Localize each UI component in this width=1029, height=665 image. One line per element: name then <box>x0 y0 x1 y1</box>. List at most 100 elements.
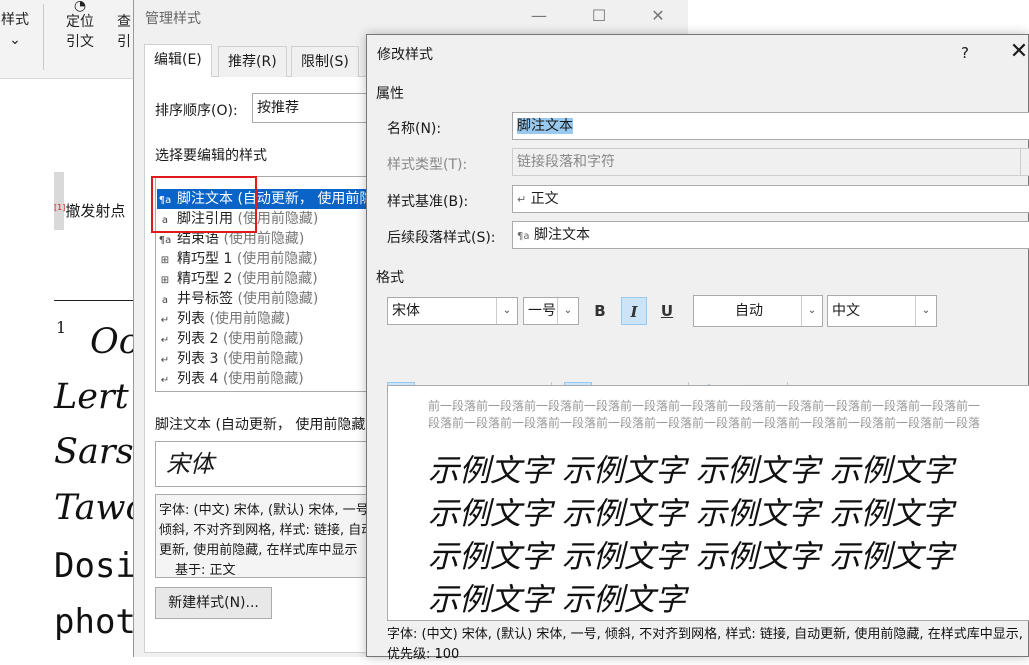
style-name: 列表 3 <box>177 351 219 367</box>
list-item[interactable]: ⊞ 精巧型 1 (使用前隐藏) <box>158 249 318 269</box>
paragraph-style-icon: ¶a <box>158 235 172 246</box>
font-size-select[interactable]: 一号 ⌄ <box>523 297 579 325</box>
properties-heading: 属性 <box>376 86 404 102</box>
ribbon: 样式 ⌄ ◔ 定位 引文 查 引 <box>0 0 140 79</box>
next-style-label: 后续段落样式(S): <box>387 230 496 246</box>
highlight-annotation <box>151 176 257 233</box>
font-color-select[interactable]: 自动 ⌄ <box>693 295 823 327</box>
style-name: 列表 4 <box>177 371 219 387</box>
paragraph-mark-icon: ↵ <box>160 355 170 366</box>
sort-order-label: 排序顺序(O): <box>155 103 238 119</box>
style-name: 列表 2 <box>177 331 219 347</box>
list-item[interactable]: ↵ 列表 4 (使用前隐藏) <box>158 369 304 389</box>
tab-edit[interactable]: 编辑(E) <box>144 44 212 77</box>
footnote-line: phot <box>54 602 136 642</box>
style-base-value: 正文 <box>530 191 559 207</box>
footnote-line: Sars <box>54 432 134 472</box>
style-note: (使用前隐藏) <box>209 311 291 327</box>
styles-button[interactable]: 样式 ⌄ <box>0 10 30 50</box>
style-note: (使用前隐藏) <box>222 371 304 387</box>
style-base-select[interactable]: ↵ 正文 <box>512 185 1029 213</box>
font-size-value: 一号 <box>528 303 556 319</box>
paragraph-mark-icon: ↵ <box>160 315 170 326</box>
underline-button[interactable]: U <box>654 297 680 325</box>
style-preview-area: 前一段落前一段落前一段落前一段落前一段落前一段落前一段落前一段落前一段落前一段落… <box>387 385 1029 621</box>
chevron-down-icon: ⌄ <box>801 296 822 326</box>
chevron-down-icon: ⌄ <box>496 298 517 324</box>
styles-label: 样式 <box>1 12 29 28</box>
select-style-label: 选择要编辑的样式 <box>155 148 267 164</box>
maximize-button[interactable]: ☐ <box>579 2 619 30</box>
next-style-value: 脚注文本 <box>533 227 590 243</box>
new-style-button[interactable]: 新建样式(N)... <box>155 587 272 619</box>
chevron-down-icon: ⌄ <box>1020 149 1029 175</box>
style-description: 字体: (中文) 宋体, (默认) 宋体, 一号, 倾斜, 不对齐到网格, 样式… <box>387 627 1023 662</box>
font-color-value: 自动 <box>735 303 763 319</box>
style-name: 列表 <box>177 311 205 327</box>
style-preview: 宋体 <box>155 441 385 487</box>
minimize-icon: — <box>531 6 547 25</box>
format-heading: 格式 <box>376 270 404 286</box>
next-style-select[interactable]: ¶a 脚注文本 <box>512 221 1029 249</box>
help-button[interactable]: ? <box>953 41 977 65</box>
modify-style-dialog: 修改样式 ? ✕ 属性 名称(N): 脚注文本 样式类型(T): 链接段落和字符… <box>366 34 1029 662</box>
close-icon: ✕ <box>1009 39 1029 64</box>
table-style-icon: ⊞ <box>160 255 170 266</box>
list-item[interactable]: a 井号标签 (使用前隐藏) <box>158 289 318 309</box>
paragraph-style-icon: ¶a <box>517 231 530 242</box>
minimize-button[interactable]: — <box>519 2 559 30</box>
footnote-line: Dosi <box>54 546 136 586</box>
italic-button[interactable]: I <box>621 297 647 325</box>
based-on-text: 基于: 正文 <box>175 563 236 578</box>
footnote-separator <box>54 300 134 301</box>
name-label: 名称(N): <box>387 121 442 137</box>
tab-restrict[interactable]: 限制(S) <box>291 46 359 77</box>
style-name: 结束语 <box>177 231 219 247</box>
paragraph-mark-icon: ↵ <box>160 335 170 346</box>
ribbon-divider <box>43 4 44 70</box>
style-name: 精巧型 1 <box>177 251 233 267</box>
dialog-title: 管理样式 <box>145 11 201 27</box>
tab-recommend[interactable]: 推荐(R) <box>218 46 287 77</box>
style-base-label: 样式基准(B): <box>387 194 469 210</box>
script-select[interactable]: 中文 ⌄ <box>827 295 937 327</box>
name-value: 脚注文本 <box>517 118 573 134</box>
sample-text: 示例文字 示例文字 示例文字 示例文字 示例文字 示例文字 示例文字 示例文字 … <box>428 453 954 618</box>
footnote-line: Lert <box>54 377 129 417</box>
list-item[interactable]: ↵ 列表 2 (使用前隐藏) <box>158 329 304 349</box>
name-input[interactable]: 脚注文本 <box>512 112 1029 140</box>
footnote-reference[interactable]: [1] <box>54 203 65 212</box>
style-note: (使用前隐藏) <box>222 331 304 347</box>
list-item[interactable]: ↵ 列表 3 (使用前隐藏) <box>158 349 304 369</box>
font-value: 宋体 <box>392 303 420 319</box>
list-item[interactable]: ↵ 列表 (使用前隐藏) <box>158 309 291 329</box>
style-note: (使用前隐藏) <box>237 291 319 307</box>
style-note: (使用前隐藏) <box>223 231 305 247</box>
body-text: 撤发射点 <box>65 202 126 220</box>
close-button[interactable]: ✕ <box>1007 39 1029 65</box>
character-style-icon: a <box>161 295 169 306</box>
selected-style-summary: 脚注文本 (自动更新， 使用前隐藏) <box>155 417 371 433</box>
style-note: (使用前隐藏) <box>236 271 318 287</box>
help-icon: ? <box>961 44 969 62</box>
maximize-icon: ☐ <box>591 6 607 25</box>
dialog-title: 修改样式 <box>377 47 433 63</box>
chevron-down-icon: ⌄ <box>557 298 578 324</box>
close-icon: ✕ <box>651 6 665 25</box>
locate-citation-button[interactable]: ◔ 定位 引文 <box>60 0 100 52</box>
locate-label-bottom: 引文 <box>66 34 94 50</box>
locate-label-top: 定位 <box>66 14 94 30</box>
table-style-icon: ⊞ <box>160 275 170 286</box>
locate-icon: ◔ <box>73 0 87 14</box>
list-item[interactable]: ⊞ 精巧型 2 (使用前隐藏) <box>158 269 318 289</box>
close-button[interactable]: ✕ <box>638 2 678 30</box>
description-text: 字体: (中文) 宋体, (默认) 宋体, 一号, 倾斜, 不对齐到网格, 样式… <box>159 503 375 558</box>
paragraph-mark-icon: ↵ <box>517 193 527 206</box>
style-note: (使用前隐藏) <box>222 351 304 367</box>
font-select[interactable]: 宋体 ⌄ <box>387 297 518 325</box>
style-note: (使用前隐藏) <box>236 251 318 267</box>
style-description: 字体: (中文) 宋体, (默认) 宋体, 一号, 倾斜, 不对齐到网格, 样式… <box>155 494 385 578</box>
style-note: (自动更新， 使用前隐藏) <box>237 191 387 207</box>
document-body-line: [1]撤发射点 <box>54 200 125 221</box>
bold-button[interactable]: B <box>587 297 613 325</box>
